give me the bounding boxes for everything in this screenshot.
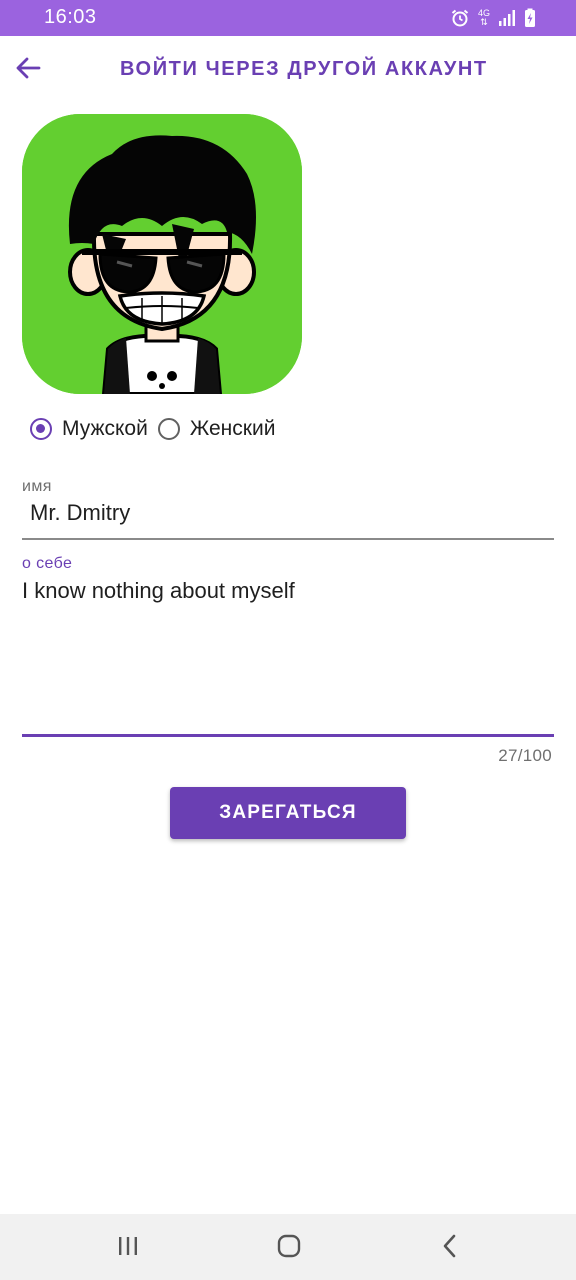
name-field[interactable]: Mr. Dmitry [30, 500, 130, 526]
home-icon [276, 1233, 302, 1264]
avatar-cartoon-icon [22, 114, 302, 394]
name-field-underline [22, 538, 554, 540]
register-button[interactable]: ЗАРЕГАТЬСЯ [170, 787, 406, 839]
screen: 16:03 4G ⇅ ВОЙТИ ЧЕРЕЗ ДРУГОЙ АККАУНТ Му… [0, 0, 576, 1280]
radio-unchecked-icon [157, 418, 180, 440]
status-icons: 4G ⇅ [450, 7, 536, 29]
arrow-left-icon [15, 56, 41, 85]
status-bar: 16:03 4G ⇅ [0, 0, 576, 36]
radio-male[interactable]: Мужской [30, 417, 148, 441]
back-icon [440, 1233, 460, 1264]
page-title: ВОЙТИ ЧЕРЕЗ ДРУГОЙ АККАУНТ [120, 58, 488, 80]
signal-icon [498, 9, 516, 27]
nav-home-button[interactable] [269, 1228, 309, 1268]
alarm-icon [450, 8, 470, 28]
nav-recents-button[interactable] [108, 1228, 148, 1268]
avatar[interactable] [22, 114, 302, 394]
status-time: 16:03 [44, 6, 97, 28]
radio-female-label: Женский [189, 417, 276, 440]
nav-back-button[interactable] [430, 1228, 470, 1268]
app-bar: ВОЙТИ ЧЕРЕЗ ДРУГОЙ АККАУНТ [0, 36, 576, 104]
name-field-label: имя [22, 478, 52, 495]
about-field-underline [22, 734, 554, 737]
battery-charging-icon [524, 8, 536, 28]
network-4g-icon: 4G ⇅ [477, 8, 490, 27]
about-field-value: I know nothing about myself [22, 578, 295, 603]
system-nav-bar [0, 1214, 576, 1280]
back-button[interactable] [6, 48, 50, 92]
gender-radio-group: Мужской Женский [30, 412, 285, 446]
radio-male-label: Мужской [62, 417, 148, 440]
recents-icon [116, 1235, 140, 1262]
character-counter: 27/100 [498, 746, 552, 765]
radio-checked-icon [30, 418, 52, 440]
radio-female[interactable]: Женский [157, 417, 276, 441]
